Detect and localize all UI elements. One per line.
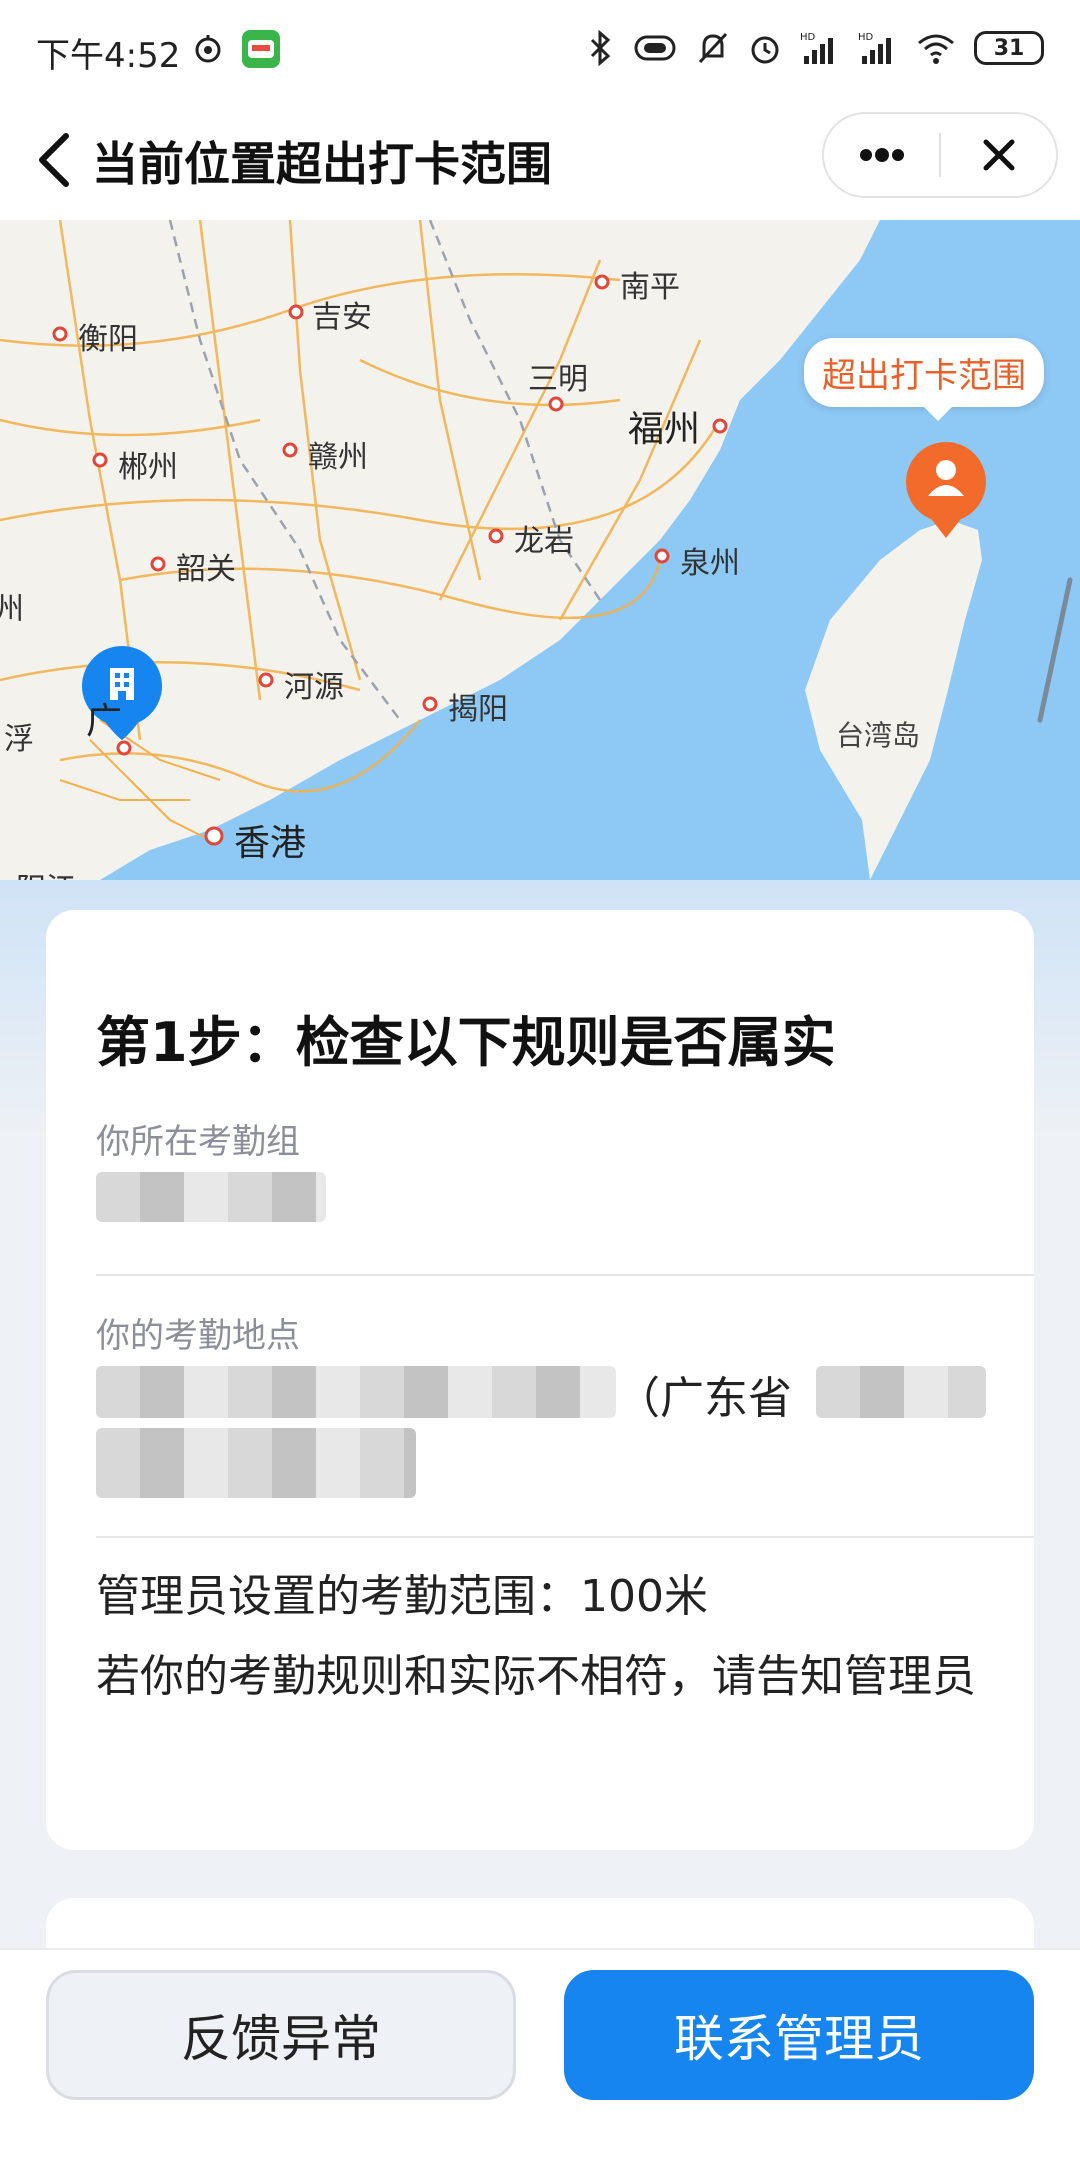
more-dots-icon [859, 148, 904, 162]
mute-icon [698, 32, 728, 64]
attendance-location-label: 你的考勤地点 [96, 1316, 300, 1356]
sync-icon [195, 35, 221, 63]
map-label-zhou: 州 [0, 592, 24, 627]
signal-hd-icon-2: HD [858, 32, 891, 64]
map-label-guang: 广 [86, 701, 123, 742]
divider [96, 1536, 1034, 1538]
map-view[interactable]: 南平 吉安 衡阳 三明 福州 郴州 赣州 龙岩 泉州 韶关 河源 揭阳 香港 阳… [0, 220, 1080, 940]
rule-check-card: 第1步：检查以下规则是否属实 你所在考勤组 你的考勤地点 （广东省 管理员设置的… [46, 910, 1034, 1850]
alarm-icon [751, 36, 779, 64]
mismatch-notice-text: 若你的考勤规则和实际不相符，请告知管理员 [96, 1651, 976, 1702]
chevron-left-icon [39, 133, 69, 187]
nav-bar: 当前位置超出打卡范围 [0, 100, 1080, 220]
status-bar: 下午4:52 HD HD 31 [0, 0, 1080, 100]
map-label-sanming: 三明 [528, 362, 588, 397]
map-label-chenzhou: 郴州 [118, 450, 178, 485]
attendance-group-label: 你所在考勤组 [96, 1122, 300, 1162]
attendance-location-redacted-2 [816, 1366, 986, 1418]
status-left-icons [192, 30, 280, 68]
step-title: 第1步：检查以下规则是否属实 [96, 1011, 836, 1074]
attendance-location-value: （广东省 [616, 1373, 792, 1424]
wifi-icon [918, 34, 954, 64]
attendance-location-redacted-3 [96, 1428, 416, 1498]
map-label-jieyang: 揭阳 [448, 692, 508, 727]
page-title: 当前位置超出打卡范围 [92, 137, 552, 191]
close-button[interactable] [941, 114, 1056, 196]
app-notification-icon [242, 30, 280, 68]
contact-admin-button[interactable]: 联系管理员 [564, 1970, 1034, 2100]
report-issue-button[interactable]: 反馈异常 [46, 1970, 516, 2100]
map-label-taiwan: 台湾岛 [836, 719, 921, 752]
map-label-heyuan: 河源 [284, 670, 344, 705]
more-button[interactable] [824, 114, 939, 196]
map-label-hengyang: 衡阳 [78, 322, 138, 357]
map-label-quanzhou: 泉州 [680, 546, 740, 581]
vibrate-icon [634, 35, 676, 61]
map-label-fu: 浮 [4, 722, 34, 757]
signal-hd-icon: HD [800, 32, 833, 64]
svg-text:HD: HD [858, 32, 874, 43]
status-time: 下午4:52 [36, 36, 181, 76]
status-right-icons: HD HD 31 [586, 30, 1044, 66]
map-label-ganzhou: 赣州 [308, 440, 368, 475]
divider [96, 1274, 1034, 1276]
attendance-range-text: 管理员设置的考勤范围：100米 [96, 1571, 708, 1622]
svg-text:HD: HD [800, 32, 816, 43]
map-label-nanping: 南平 [620, 270, 680, 305]
attendance-group-value-redacted [96, 1172, 326, 1222]
map-label-jian: 吉安 [312, 300, 372, 335]
bottom-action-bar: 反馈异常 联系管理员 [0, 1948, 1080, 2158]
out-of-range-callout: 超出打卡范围 [804, 338, 1044, 421]
mini-program-capsule [822, 112, 1058, 198]
map-label-longyan: 龙岩 [514, 524, 574, 559]
attendance-location-redacted [96, 1366, 616, 1418]
map-label-fuzhou: 福州 [628, 409, 701, 450]
map-canvas [0, 220, 1080, 940]
bluetooth-icon [590, 30, 611, 66]
back-button[interactable] [24, 126, 84, 194]
close-icon [983, 139, 1014, 171]
battery-indicator: 31 [974, 31, 1044, 65]
map-label-shaoguan: 韶关 [176, 552, 236, 587]
map-label-hongkong: 香港 [234, 823, 307, 864]
